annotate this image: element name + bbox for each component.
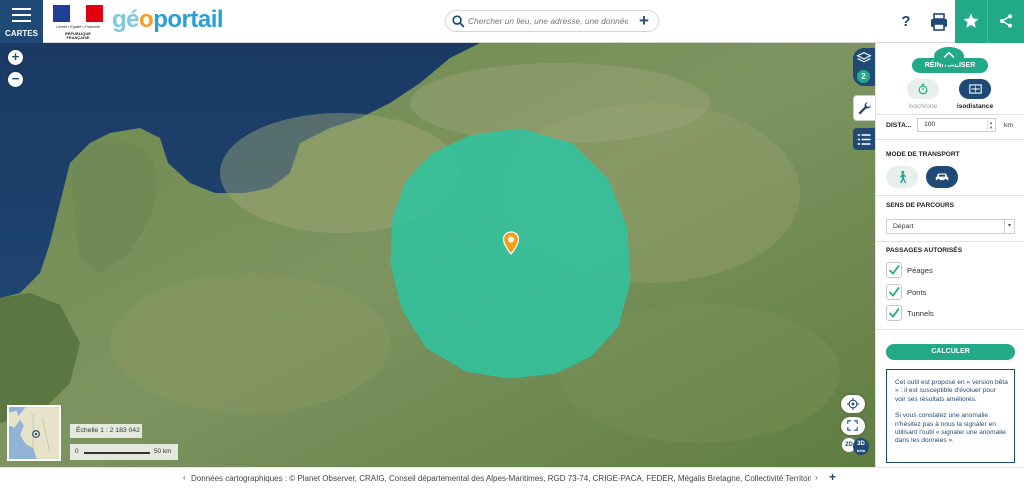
layers-icon: [856, 51, 872, 63]
direction-select[interactable]: Départ ▾: [886, 219, 1015, 234]
print-icon[interactable]: [928, 11, 950, 33]
zoom-in-button[interactable]: +: [8, 50, 23, 65]
check-icon: [888, 286, 900, 297]
chevron-left-icon[interactable]: ‹: [183, 473, 186, 482]
map-view[interactable]: + − 2 Échelle 1: 2 183 042 0 50 km 2D 3…: [0, 43, 875, 467]
logo-part-o: o: [139, 6, 154, 33]
tunnels-label: Tunnels: [907, 309, 934, 318]
beta-notice-report: Si vous constatez une anomalie n'hésitez…: [895, 412, 1006, 445]
distance-unit: km: [1004, 122, 1014, 129]
marianne-flag-icon: [53, 5, 104, 22]
geoportail-logo[interactable]: géoportail: [112, 6, 224, 34]
legend-button[interactable]: [853, 128, 875, 150]
road-distance-icon: [969, 84, 982, 94]
satellite-map-image: [0, 43, 875, 467]
separator: [876, 195, 1024, 196]
stopwatch-icon: [918, 83, 928, 95]
cartes-menu-button[interactable]: CARTES: [0, 0, 43, 43]
gov-motto: Liberté • Égalité • Fraternité: [56, 25, 100, 29]
tolls-label: Péages: [907, 266, 933, 275]
bridges-checkbox[interactable]: [886, 284, 902, 300]
chevron-up-icon: [943, 51, 955, 58]
scale-zero: 0: [75, 448, 79, 455]
gov-name: RÉPUBLIQUE FRANÇAISE: [65, 32, 91, 40]
favorites-button[interactable]: [955, 0, 987, 43]
distance-stepper[interactable]: ▲ ▼: [987, 120, 994, 130]
tools-button[interactable]: [853, 95, 875, 121]
scale-line: [84, 452, 150, 454]
plus-icon[interactable]: +: [634, 12, 654, 30]
tunnels-checkbox[interactable]: [886, 305, 902, 321]
target-icon: [32, 430, 40, 438]
walking-icon: [899, 170, 907, 184]
share-button[interactable]: [987, 0, 1024, 43]
transport-mode-title: MODE DE TRANSPORT: [886, 151, 960, 158]
isochrone-label: isochrone: [908, 103, 938, 110]
distance-label: DISTA...: [886, 122, 912, 129]
zoom-out-button[interactable]: −: [8, 72, 23, 87]
check-icon: [888, 264, 900, 275]
chevron-down-icon: ▾: [1004, 220, 1014, 233]
fullscreen-icon: [847, 420, 858, 431]
overview-minimap[interactable]: [7, 405, 61, 461]
allowed-passages-title: PASSAGES AUTORISÉS: [886, 247, 963, 254]
location-marker-icon[interactable]: [502, 231, 520, 255]
isodistance-label: isodistance: [956, 103, 994, 110]
geolocate-button[interactable]: [841, 395, 865, 413]
isochrone-panel: RÉINITIALISER isochrone isodistance DIST…: [875, 43, 1024, 467]
distance-input[interactable]: 100 ▲ ▼: [917, 118, 996, 132]
attribution-bar: ‹ Données cartographiques : © Planet Obs…: [0, 467, 1024, 489]
distance-value: 100: [924, 121, 936, 128]
top-bar: CARTES Liberté • Égalité • Fraternité RÉ…: [0, 0, 1024, 43]
search-bar: +: [445, 10, 659, 32]
expand-attribution-icon[interactable]: +: [829, 470, 836, 484]
calculate-button[interactable]: CALCULER: [886, 344, 1015, 360]
scale-label: Échelle 1 : 2 183 042: [70, 424, 142, 438]
direction-value: Départ: [893, 223, 914, 230]
menu-icon: [12, 8, 31, 22]
scale-distance: 50 km: [154, 448, 172, 455]
search-input[interactable]: [468, 13, 628, 29]
collapse-panel-button[interactable]: [934, 47, 964, 65]
separator: [876, 241, 1024, 242]
car-button[interactable]: [926, 166, 958, 188]
attribution-text: Données cartographiques : © Planet Obser…: [191, 474, 811, 483]
tolls-checkbox[interactable]: [886, 262, 902, 278]
check-icon: [888, 307, 900, 318]
logo-part-portail: portail: [153, 6, 224, 33]
layers-count-badge: 2: [857, 70, 870, 83]
view-3d-beta-label: bêta: [856, 448, 866, 453]
share-icon: [1000, 14, 1012, 28]
view-3d-label: 3D: [857, 441, 865, 447]
pedestrian-button[interactable]: [886, 166, 918, 188]
direction-title: SENS DE PARCOURS: [886, 202, 955, 209]
beta-notice: Cet outil est proposé en « version bêta …: [886, 369, 1015, 463]
help-icon[interactable]: ?: [894, 11, 918, 33]
isochrone-button[interactable]: [907, 79, 939, 99]
separator: [876, 114, 1024, 115]
isodistance-button[interactable]: [959, 79, 991, 99]
logo-part-ge: gé: [112, 6, 140, 33]
search-icon[interactable]: [452, 15, 465, 28]
separator: [876, 139, 1024, 140]
cartes-menu-label: CARTES: [5, 29, 38, 38]
chevron-right-icon[interactable]: ›: [815, 473, 818, 482]
star-icon: [963, 13, 979, 28]
view-3d-button[interactable]: 3D bêta: [853, 438, 869, 455]
wrench-icon: [858, 102, 871, 115]
scale-bar: 0 50 km: [70, 444, 178, 460]
republique-francaise-logo[interactable]: Liberté • Égalité • Fraternité RÉPUBLIQU…: [53, 5, 104, 40]
bridges-label: Ponts: [907, 288, 927, 297]
layers-button[interactable]: 2: [853, 48, 875, 86]
fullscreen-button[interactable]: [841, 417, 865, 435]
beta-notice-text: Cet outil est proposé en « version bêta …: [895, 379, 1008, 403]
car-icon: [935, 173, 949, 182]
crosshair-icon: [847, 398, 859, 410]
separator: [876, 329, 1024, 330]
list-icon: [857, 134, 871, 145]
